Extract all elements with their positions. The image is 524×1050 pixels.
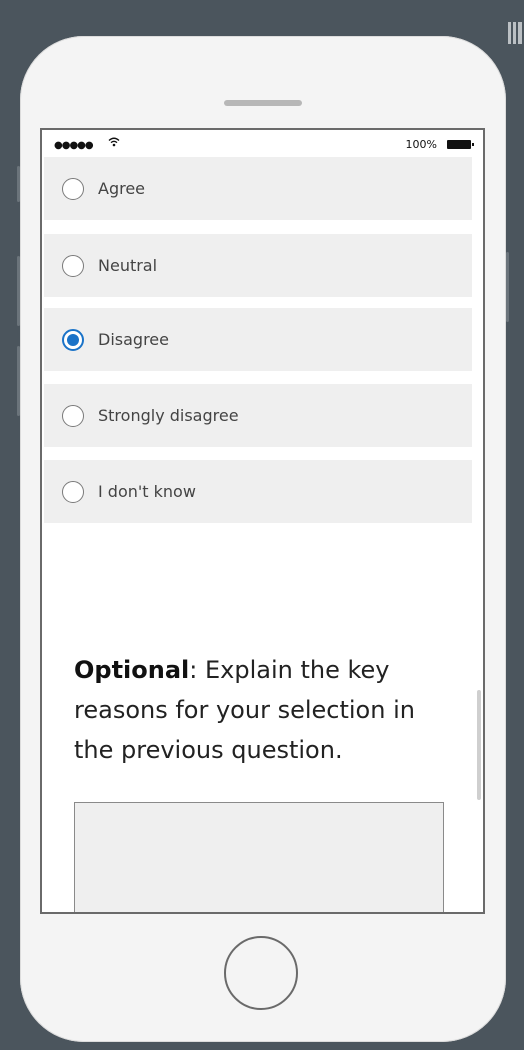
option-disagree[interactable]: Disagree — [44, 308, 472, 371]
radio-button-icon[interactable] — [62, 177, 84, 200]
home-button[interactable] — [224, 936, 298, 1010]
status-bar: ●●●●● 100% — [42, 130, 483, 158]
option-label: Strongly disagree — [98, 406, 239, 425]
option-label: I don't know — [98, 482, 196, 501]
option-strongly-disagree[interactable]: Strongly disagree — [44, 384, 472, 447]
side-button-power — [506, 252, 509, 322]
option-i-dont-know[interactable]: I don't know — [44, 460, 472, 523]
radio-button-icon[interactable] — [62, 480, 84, 503]
side-button-volume-up — [17, 256, 20, 326]
corner-mark-icon — [508, 22, 522, 44]
optional-question-text: Optional: Explain the key reasons for yo… — [74, 650, 454, 770]
battery-percentage: 100% — [405, 138, 437, 151]
scrollbar[interactable] — [477, 690, 481, 800]
option-agree[interactable]: Agree — [44, 157, 472, 220]
wifi-icon — [108, 136, 120, 150]
explanation-textarea[interactable] — [74, 802, 444, 912]
optional-label: Optional — [74, 656, 190, 684]
battery-icon — [447, 140, 474, 149]
phone-screen: ●●●●● 100% Agree Neutral Disagree Strong… — [40, 128, 485, 914]
signal-icon: ●●●●● — [54, 140, 94, 151]
option-label: Agree — [98, 179, 146, 198]
radio-button-icon[interactable] — [62, 404, 84, 427]
side-button-volume-down — [17, 346, 20, 416]
side-button-silent — [17, 166, 20, 202]
speaker-grille — [224, 100, 302, 106]
radio-button-icon[interactable] — [62, 254, 84, 277]
option-label: Neutral — [98, 256, 158, 275]
radio-button-selected-icon[interactable] — [62, 328, 84, 351]
option-label: Disagree — [98, 330, 169, 349]
option-neutral[interactable]: Neutral — [44, 234, 472, 297]
